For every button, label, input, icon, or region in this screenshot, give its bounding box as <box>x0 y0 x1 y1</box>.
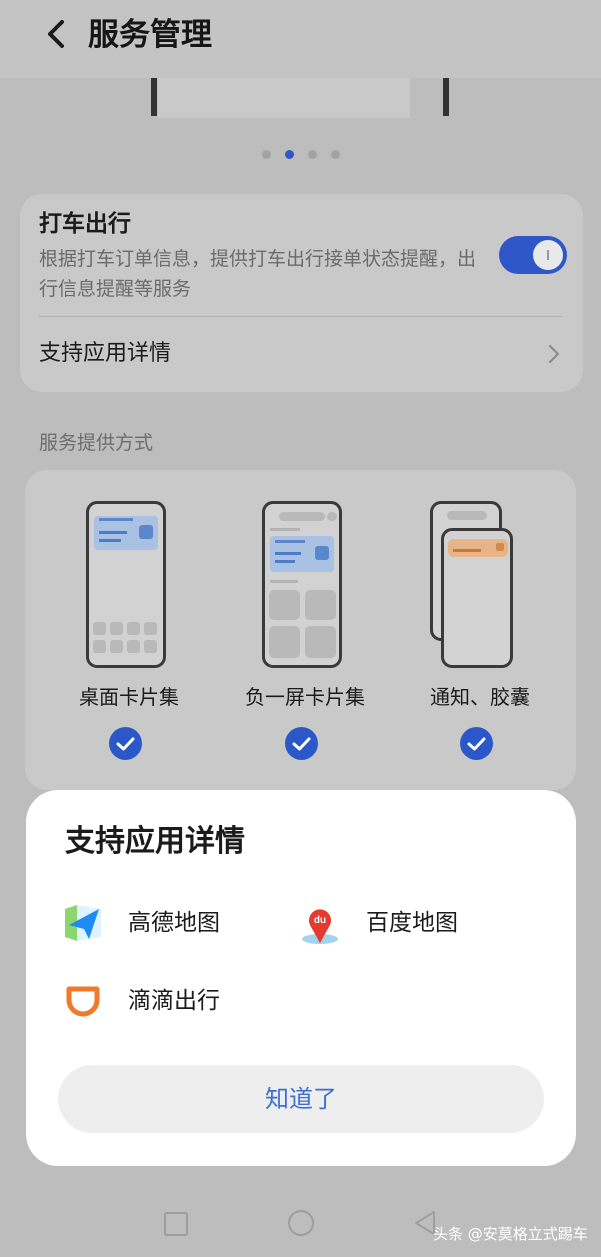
recents-square-icon[interactable] <box>162 1210 190 1238</box>
app-label-baidu-map: 百度地图 <box>366 910 458 936</box>
minus-one-screen-illustration <box>262 501 342 668</box>
toggle-knob <box>533 240 563 270</box>
dialog-title: 支持应用详情 <box>65 824 245 859</box>
support-app-detail-label: 支持应用详情 <box>39 341 172 366</box>
baidu-map-icon: du <box>302 909 338 944</box>
mode-label-desktop: 桌面卡片集 <box>79 685 179 709</box>
carousel-dot[interactable] <box>262 150 271 159</box>
mode-check-desktop[interactable] <box>109 727 142 760</box>
service-description: 根据打车订单信息，提供打车出行接单状态提醒，出行信息提醒等服务 <box>39 248 477 300</box>
service-name: 打车出行 <box>39 211 131 237</box>
carousel-dot[interactable] <box>331 150 340 159</box>
preview-frame-left <box>151 78 157 116</box>
mode-label-minus-one: 负一屏卡片集 <box>245 685 365 709</box>
mode-check-minus-one[interactable] <box>285 727 318 760</box>
divider <box>39 316 563 317</box>
back-button[interactable] <box>40 14 76 54</box>
service-toggle[interactable] <box>499 236 567 274</box>
notification-capsule-illustration <box>441 528 513 668</box>
checkmark-icon <box>292 737 311 751</box>
carousel-dot-active[interactable] <box>285 150 294 159</box>
home-circle-icon[interactable] <box>286 1208 316 1238</box>
toggle-knob-mark <box>547 250 549 260</box>
carousel-preview[interactable] <box>158 78 410 118</box>
didi-icon <box>66 986 100 1017</box>
got-it-button[interactable]: 知道了 <box>58 1065 544 1133</box>
desktop-cards-illustration <box>86 501 166 668</box>
support-app-detail-row[interactable]: 支持应用详情 <box>20 318 583 392</box>
page-title: 服务管理 <box>88 17 212 53</box>
svg-text:du: du <box>314 915 326 926</box>
mode-check-notification[interactable] <box>460 727 493 760</box>
checkmark-icon <box>467 737 486 751</box>
got-it-label: 知道了 <box>265 1085 337 1113</box>
carousel-dot[interactable] <box>308 150 317 159</box>
chevron-right-icon <box>548 344 560 364</box>
watermark: 头条 @安莫格立式踢车 <box>433 1225 588 1243</box>
mode-label-notification: 通知、胶囊 <box>430 685 530 709</box>
app-label-amap: 高德地图 <box>128 910 220 936</box>
amap-icon <box>63 903 103 943</box>
section-title: 服务提供方式 <box>39 432 154 454</box>
back-arrow-icon <box>48 20 64 48</box>
preview-frame-right <box>443 78 449 116</box>
checkmark-icon <box>116 737 135 751</box>
app-label-didi: 滴滴出行 <box>128 988 220 1014</box>
